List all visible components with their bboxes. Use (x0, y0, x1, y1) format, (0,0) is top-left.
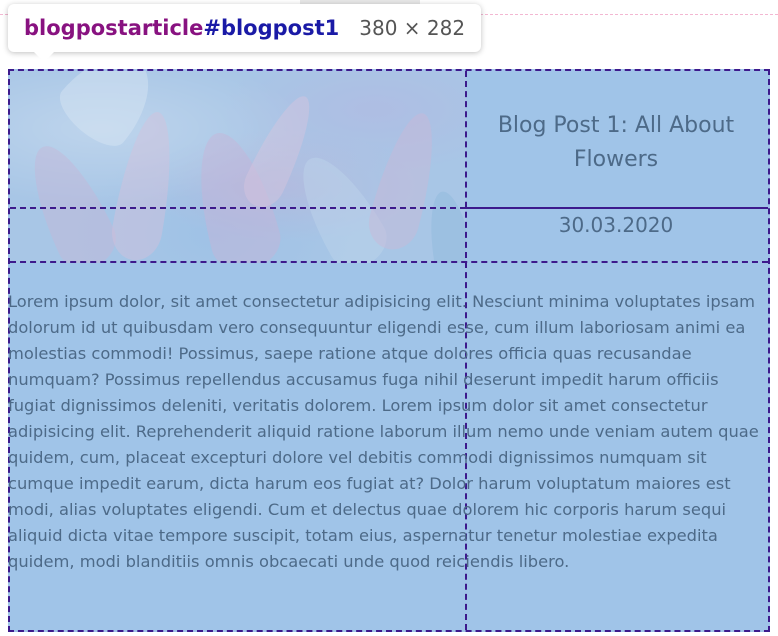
post-body: Lorem ipsum dolor, sit amet consectetur … (8, 292, 759, 571)
grid-row-divider (10, 207, 466, 209)
blog-post-article[interactable]: Blog Post 1: All About Flowers 30.03.202… (8, 69, 770, 632)
post-date: 30.03.2020 (558, 213, 674, 237)
flower-image (10, 71, 466, 263)
tooltip-element-id: #blogpost1 (203, 16, 340, 40)
grid-row-divider (466, 207, 768, 209)
grid-row-divider (10, 261, 768, 263)
tooltip-tag-name: blogpostarticle (24, 16, 204, 40)
element-inspector-tooltip: blogpostarticle#blogpost1 380 × 282 (8, 4, 482, 62)
tooltip-element-size: 380 × 282 (359, 16, 466, 40)
post-title: Blog Post 1: All About Flowers (497, 113, 735, 172)
